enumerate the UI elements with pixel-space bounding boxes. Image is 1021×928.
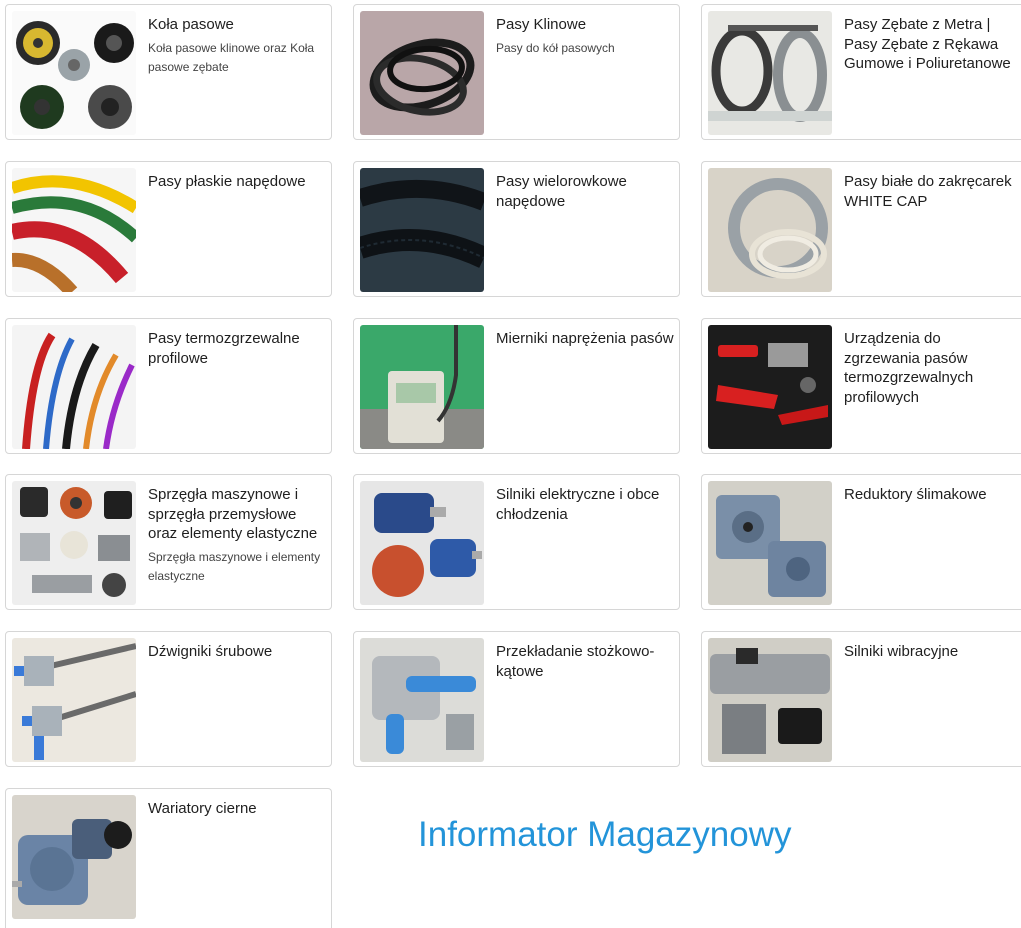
category-title: Silniki elektryczne i obce chłodzenia	[496, 486, 660, 523]
multi-groove-belt-icon	[360, 168, 484, 292]
category-title: Urządzenia do zgrzewania pasów termozgrz…	[844, 330, 974, 406]
category-title: Pasy białe do zakręcarek WHITE CAP	[844, 173, 1012, 210]
category-title: Dźwigniki śrubowe	[148, 643, 273, 660]
category-card-pasy-termozgrzewalne[interactable]: Pasy termozgrzewalne profilowe	[5, 318, 332, 454]
category-description: Pasy do kół pasowych	[496, 40, 615, 55]
category-title: Reduktory ślimakowe	[844, 486, 987, 503]
bevel-gearbox-icon	[360, 638, 484, 762]
category-title: Wariatory cierne	[148, 800, 257, 817]
category-title: Pasy płaskie napędowe	[148, 173, 306, 190]
category-card-dzwigniki[interactable]: Dźwigniki śrubowe	[5, 631, 332, 767]
category-title: Przekładanie stożkowo-kątowe	[496, 643, 655, 680]
category-title: Silniki wibracyjne	[844, 643, 959, 660]
category-card-silniki-wibracyjne[interactable]: Silniki wibracyjne	[701, 631, 1021, 767]
category-card-wariatory[interactable]: Wariatory cierne	[5, 788, 332, 928]
white-belts-icon	[708, 168, 832, 292]
category-title: Pasy termozgrzewalne profilowe	[148, 330, 300, 367]
category-description: Koła pasowe klinowe oraz Koła pasowe zęb…	[148, 40, 315, 75]
screw-jack-icon	[12, 638, 136, 762]
category-title: Koła pasowe Koła pasowe klinowe oraz Koł…	[148, 15, 326, 78]
category-title: Pasy Zębate z Metra | Pasy Zębate z Ręka…	[844, 16, 1011, 72]
tension-meter-icon	[360, 325, 484, 449]
worm-gearbox-icon	[708, 481, 832, 605]
timing-belts-icon	[708, 11, 832, 135]
category-title: Sprzęgła maszynowe i sprzęgła przemysłow…	[148, 485, 326, 587]
thermo-belts-icon	[12, 325, 136, 449]
category-description: Sprzęgła maszynowe i elementy elastyczne	[148, 549, 321, 584]
pulley-wheels-icon	[12, 11, 136, 135]
category-card-sprzegla[interactable]: Sprzęgła maszynowe i sprzęgła przemysłow…	[5, 474, 332, 610]
welding-tool-icon	[708, 325, 832, 449]
brand-heading[interactable]: Informator Magazynowy	[418, 815, 791, 855]
category-card-pasy-biale[interactable]: Pasy białe do zakręcarek WHITE CAP	[701, 161, 1021, 297]
electric-motor-icon	[360, 481, 484, 605]
category-card-reduktory[interactable]: Reduktory ślimakowe	[701, 474, 1021, 610]
category-card-mierniki[interactable]: Mierniki naprężenia pasów	[353, 318, 680, 454]
couplings-icon	[12, 481, 136, 605]
category-card-pasy-plaskie[interactable]: Pasy płaskie napędowe	[5, 161, 332, 297]
category-title: Mierniki naprężenia pasów	[496, 330, 674, 347]
category-card-pasy-wielorowkowe[interactable]: Pasy wielorowkowe napędowe	[353, 161, 680, 297]
category-card-przekladnie[interactable]: Przekładanie stożkowo-kątowe	[353, 631, 680, 767]
category-card-urzadzenia-zgrzewania[interactable]: Urządzenia do zgrzewania pasów termozgrz…	[701, 318, 1021, 454]
vibration-motor-icon	[708, 638, 832, 762]
category-card-silniki-elektryczne[interactable]: Silniki elektryczne i obce chłodzenia	[353, 474, 680, 610]
category-title: Pasy wielorowkowe napędowe	[496, 173, 627, 210]
category-card-pasy-zebate[interactable]: Pasy Zębate z Metra | Pasy Zębate z Ręka…	[701, 4, 1021, 140]
v-belts-icon	[360, 11, 484, 135]
category-title: Pasy Klinowe Pasy do kół pasowych	[496, 15, 674, 58]
category-card-pasy-klinowe[interactable]: Pasy Klinowe Pasy do kół pasowych	[353, 4, 680, 140]
category-card-kola-pasowe[interactable]: Koła pasowe Koła pasowe klinowe oraz Koł…	[5, 4, 332, 140]
flat-belts-icon	[12, 168, 136, 292]
friction-variator-icon	[12, 795, 136, 919]
